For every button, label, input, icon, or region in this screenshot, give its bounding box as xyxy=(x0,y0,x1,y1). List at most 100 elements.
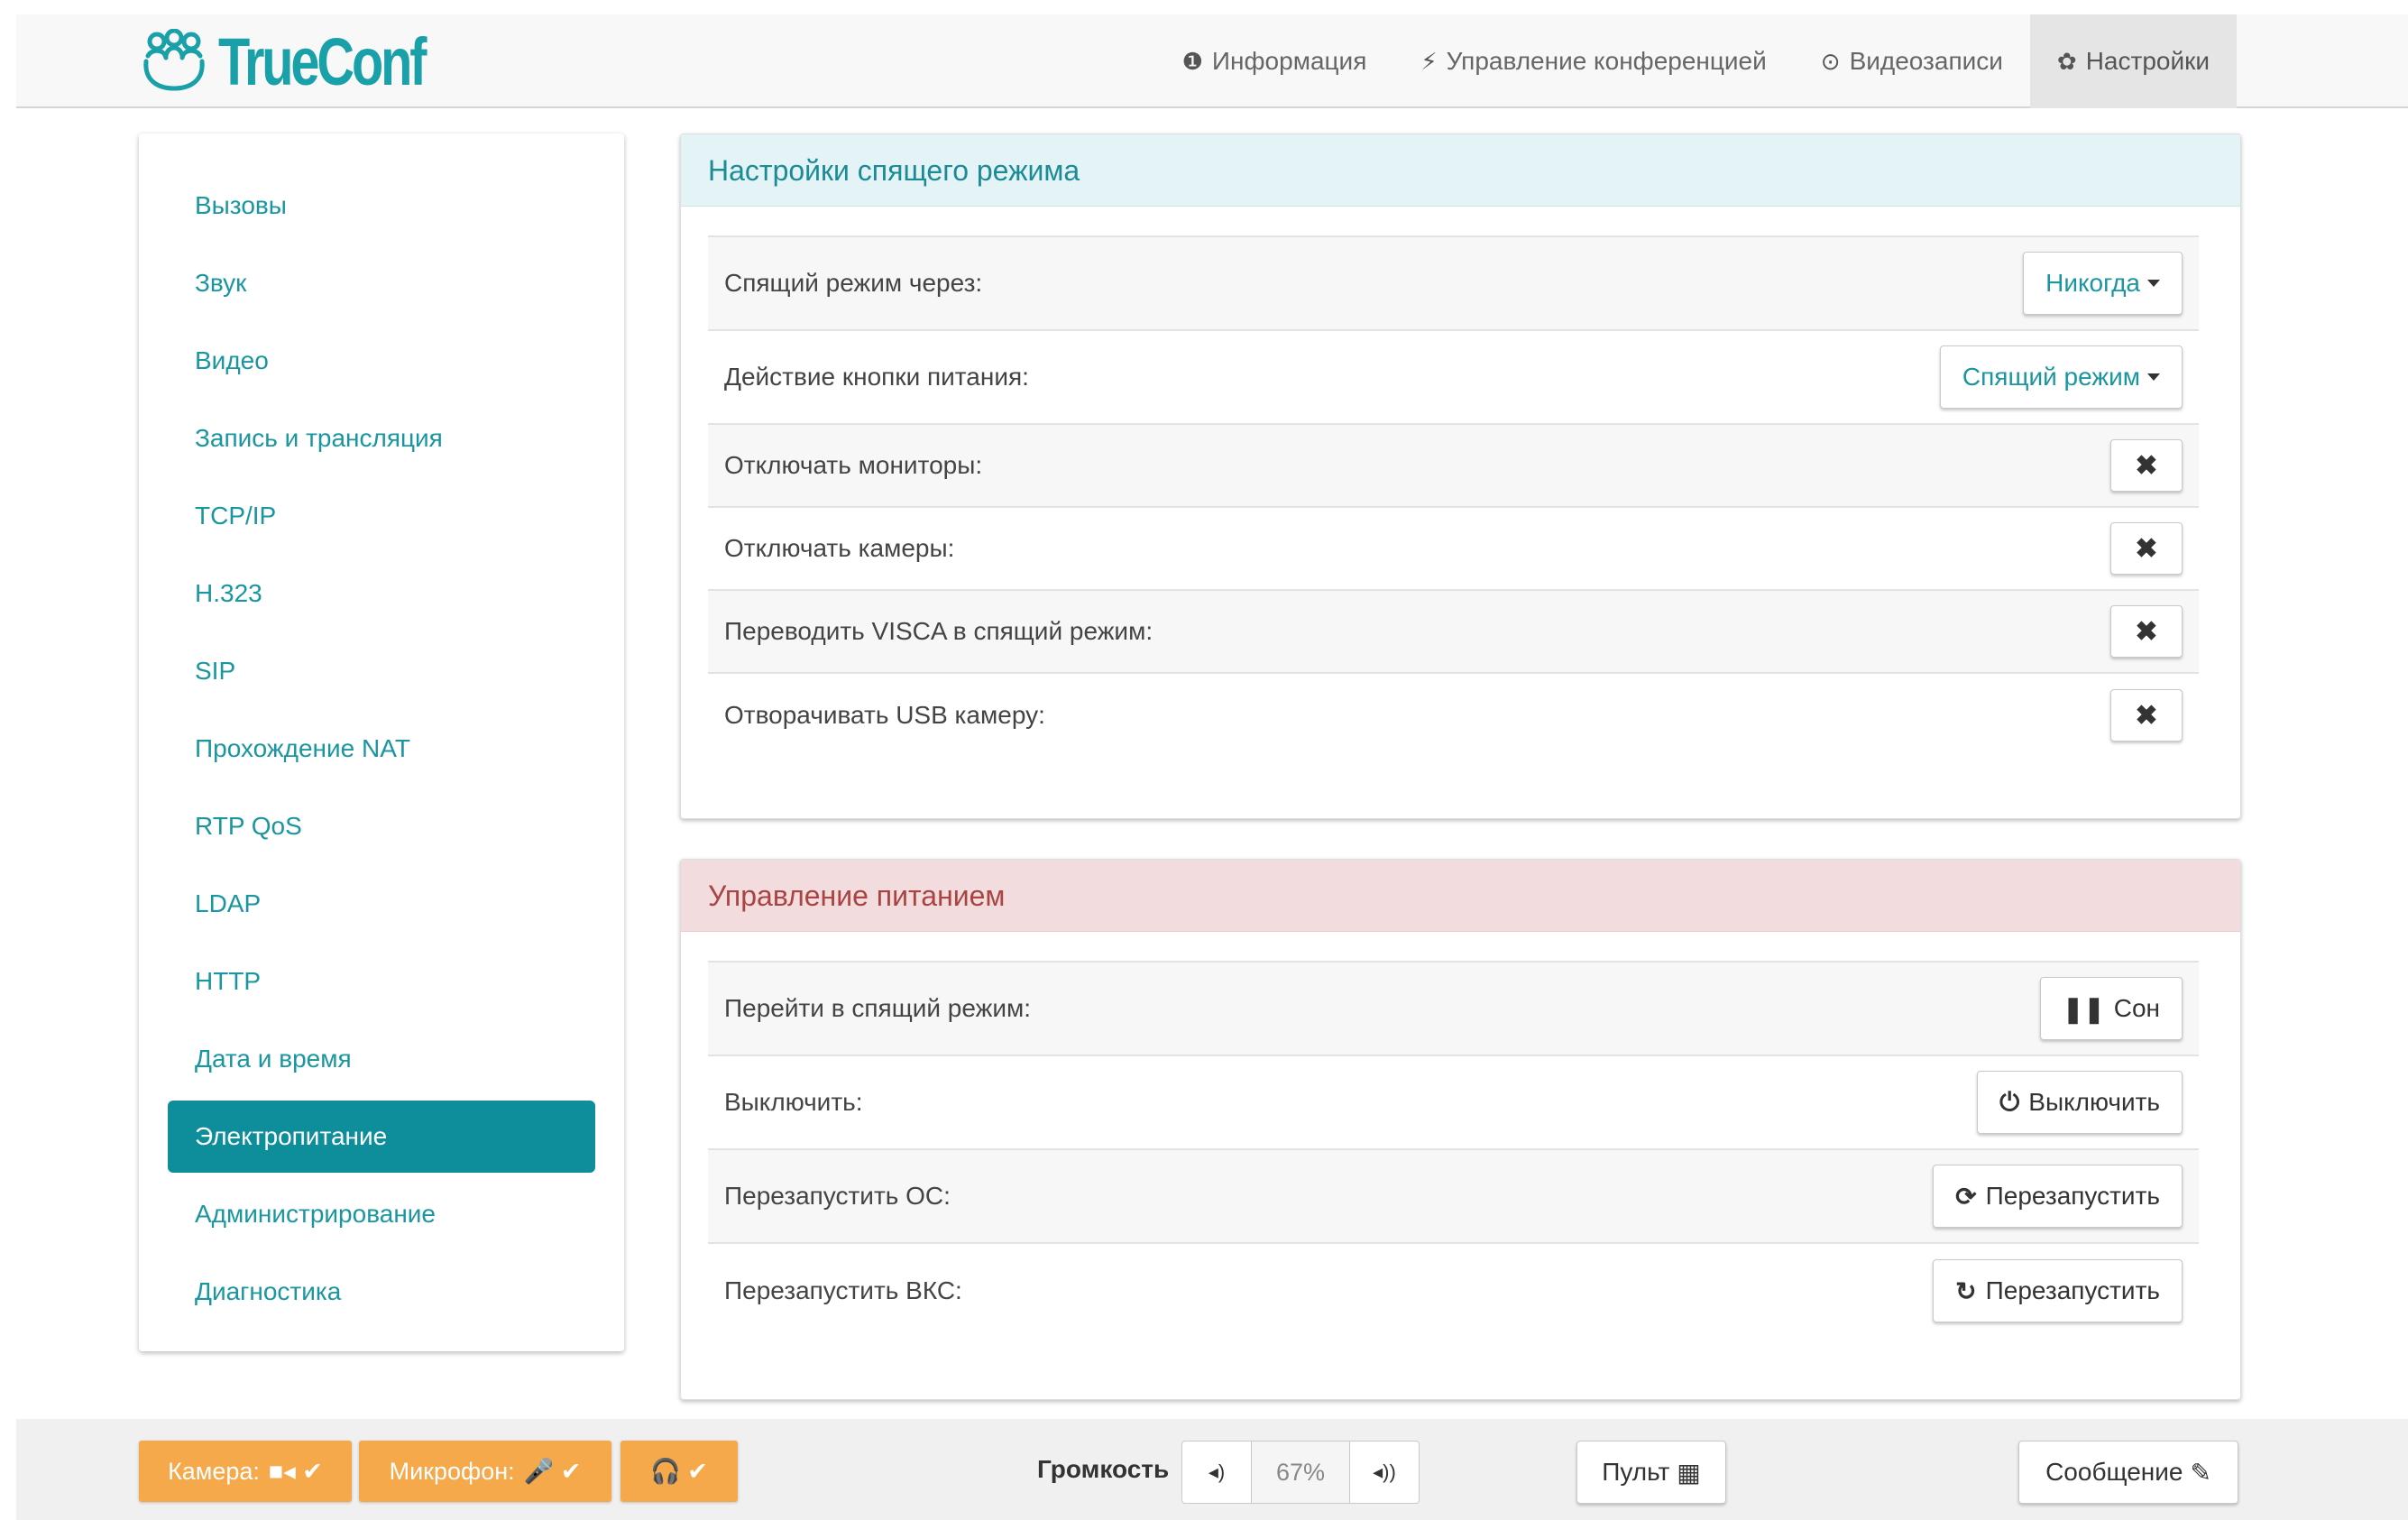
settings-sidebar: Вызовы Звук Видео Запись и трансляция TC… xyxy=(139,134,624,1351)
trueconf-logo[interactable]: TrueConf xyxy=(139,14,483,108)
camera-label: Камера: xyxy=(168,1457,260,1485)
camera-status-button[interactable]: Камера: ■◂ ✔ xyxy=(139,1441,352,1502)
nav-conference-control[interactable]: ⚡ Управление конференцией xyxy=(1393,14,1793,108)
button-label: Сон xyxy=(2113,994,2160,1022)
setting-row: Перейти в спящий режим: ❚❚ Сон xyxy=(708,963,2199,1056)
sleep-settings-list: Спящий режим через: Никогда Действие кно… xyxy=(708,235,2199,757)
sidebar-item-nat[interactable]: Прохождение NAT xyxy=(168,713,595,785)
setting-label: Отворачивать USB камеру: xyxy=(724,701,1045,729)
setting-label: Отключать камеры: xyxy=(724,534,955,562)
sidebar-item-admin[interactable]: Администрирование xyxy=(168,1178,595,1250)
setting-row: Действие кнопки питания: Спящий режим xyxy=(708,331,2199,425)
sidebar-item-datetime[interactable]: Дата и время xyxy=(168,1023,595,1095)
setting-label: Выключить: xyxy=(724,1088,863,1116)
setting-label: Перейти в спящий режим: xyxy=(724,994,1032,1022)
caret-down-icon xyxy=(2147,373,2160,381)
logo-text: TrueConf xyxy=(218,23,427,99)
nav-info[interactable]: ❶ Информация xyxy=(1155,14,1394,108)
remote-icon: ▦ xyxy=(1677,1458,1701,1487)
button-label: Выключить xyxy=(2028,1088,2160,1116)
headphones-check-icon: 🎧 ✔ xyxy=(650,1458,708,1485)
dropdown-value: Никогда xyxy=(2045,269,2140,297)
caret-down-icon xyxy=(2147,280,2160,287)
info-icon: ❶ xyxy=(1181,47,1203,75)
setting-label: Переводить VISCA в спящий режим: xyxy=(724,617,1153,645)
sidebar-item-recording[interactable]: Запись и трансляция xyxy=(168,402,595,474)
microphone-check-icon: 🎤 ✔ xyxy=(523,1458,582,1485)
nav-label: Информация xyxy=(1211,47,1367,75)
power-icon: ⏻ xyxy=(1999,1087,2020,1116)
button-label: Пульт xyxy=(1602,1458,1670,1486)
sidebar-item-calls[interactable]: Вызовы xyxy=(168,170,595,242)
power-button-action-dropdown[interactable]: Спящий режим xyxy=(1939,345,2183,409)
gear-icon: ✿ xyxy=(2056,47,2077,75)
setting-row: Отключать мониторы: ✖ xyxy=(708,425,2199,508)
nav-label: Настройки xyxy=(2085,47,2210,75)
volume-control: ◂) 67% ◂)) xyxy=(1181,1441,1420,1504)
nav-recordings[interactable]: ⊙ Видеозаписи xyxy=(1794,14,2030,108)
panel-title: Настройки спящего режима xyxy=(681,134,2240,207)
pencil-icon: ✎ xyxy=(2190,1458,2211,1487)
volume-up-icon: ◂)) xyxy=(1373,1460,1396,1483)
refresh-icon: ⟳ xyxy=(1955,1182,1977,1211)
sidebar-item-video[interactable]: Видео xyxy=(168,325,595,397)
nav-label: Управление конференцией xyxy=(1446,47,1767,75)
close-icon: ✖ xyxy=(2135,700,2158,731)
remote-button[interactable]: Пульт ▦ xyxy=(1576,1441,1726,1504)
panel-title: Управление питанием xyxy=(681,860,2240,932)
sidebar-item-power[interactable]: Электропитание xyxy=(168,1101,595,1173)
setting-label: Спящий режим через: xyxy=(724,269,983,297)
shutdown-button[interactable]: ⏻ Выключить xyxy=(1977,1071,2183,1134)
sleep-button[interactable]: ❚❚ Сон xyxy=(2039,977,2183,1040)
setting-row: Переводить VISCA в спящий режим: ✖ xyxy=(708,591,2199,674)
restart-os-button[interactable]: ⟳ Перезапустить xyxy=(1933,1165,2183,1228)
dropdown-value: Спящий режим xyxy=(1962,363,2140,391)
bolt-icon: ⚡ xyxy=(1420,47,1438,75)
setting-label: Перезапустить ОС: xyxy=(724,1182,951,1210)
pause-icon: ❚❚ xyxy=(2062,994,2105,1023)
volume-label: Громкость xyxy=(1037,1455,1170,1483)
button-label: Перезапустить xyxy=(1985,1182,2160,1210)
logo-people-icon xyxy=(143,29,205,91)
record-icon: ⊙ xyxy=(1820,47,1841,75)
visca-sleep-toggle[interactable]: ✖ xyxy=(2110,605,2183,658)
message-button[interactable]: Сообщение ✎ xyxy=(2018,1441,2238,1504)
sleep-after-dropdown[interactable]: Никогда xyxy=(2023,252,2183,315)
headphones-status-button[interactable]: 🎧 ✔ xyxy=(620,1441,738,1502)
nav-label: Видеозаписи xyxy=(1849,47,2003,75)
disable-cameras-toggle[interactable]: ✖ xyxy=(2110,522,2183,575)
disable-monitors-toggle[interactable]: ✖ xyxy=(2110,439,2183,492)
close-icon: ✖ xyxy=(2135,616,2158,647)
restart-vcs-button[interactable]: ↻ Перезапустить xyxy=(1933,1259,2183,1322)
sidebar-item-audio[interactable]: Звук xyxy=(168,247,595,319)
sleep-settings-panel: Настройки спящего режима Спящий режим че… xyxy=(680,134,2241,819)
main-nav: ❶ Информация ⚡ Управление конференцией ⊙… xyxy=(1155,14,2237,108)
setting-label: Перезапустить ВКС: xyxy=(724,1276,962,1304)
bottom-toolbar: Камера: ■◂ ✔ Микрофон: 🎤 ✔ 🎧 ✔ Громкость… xyxy=(16,1419,2408,1520)
microphone-status-button[interactable]: Микрофон: 🎤 ✔ xyxy=(359,1441,611,1502)
sidebar-item-diagnostics[interactable]: Диагностика xyxy=(168,1256,595,1328)
volume-down-icon: ◂) xyxy=(1208,1460,1226,1483)
volume-down-button[interactable]: ◂) xyxy=(1181,1441,1252,1504)
sidebar-item-sip[interactable]: SIP xyxy=(168,635,595,707)
setting-row: Отворачивать USB камеру: ✖ xyxy=(708,674,2199,757)
sidebar-item-h323[interactable]: H.323 xyxy=(168,557,595,630)
setting-label: Отключать мониторы: xyxy=(724,451,983,479)
top-navbar: TrueConf ❶ Информация ⚡ Управление конфе… xyxy=(16,14,2408,108)
close-icon: ✖ xyxy=(2135,450,2158,481)
nav-settings[interactable]: ✿ Настройки xyxy=(2029,14,2237,108)
setting-row: Спящий режим через: Никогда xyxy=(708,237,2199,331)
sidebar-item-ldap[interactable]: LDAP xyxy=(168,868,595,940)
sidebar-item-http[interactable]: HTTP xyxy=(168,945,595,1018)
microphone-label: Микрофон: xyxy=(389,1457,515,1485)
usb-camera-turn-toggle[interactable]: ✖ xyxy=(2110,689,2183,742)
power-management-panel: Управление питанием Перейти в спящий реж… xyxy=(680,859,2241,1400)
volume-value: 67% xyxy=(1252,1441,1349,1504)
sidebar-item-rtp-qos[interactable]: RTP QoS xyxy=(168,790,595,862)
camera-check-icon: ■◂ ✔ xyxy=(268,1457,323,1485)
volume-up-button[interactable]: ◂)) xyxy=(1349,1441,1420,1504)
sidebar-item-tcpip[interactable]: TCP/IP xyxy=(168,480,595,552)
button-label: Перезапустить xyxy=(1985,1276,2160,1304)
restart-icon: ↻ xyxy=(1955,1276,1977,1305)
setting-row: Отключать камеры: ✖ xyxy=(708,508,2199,591)
